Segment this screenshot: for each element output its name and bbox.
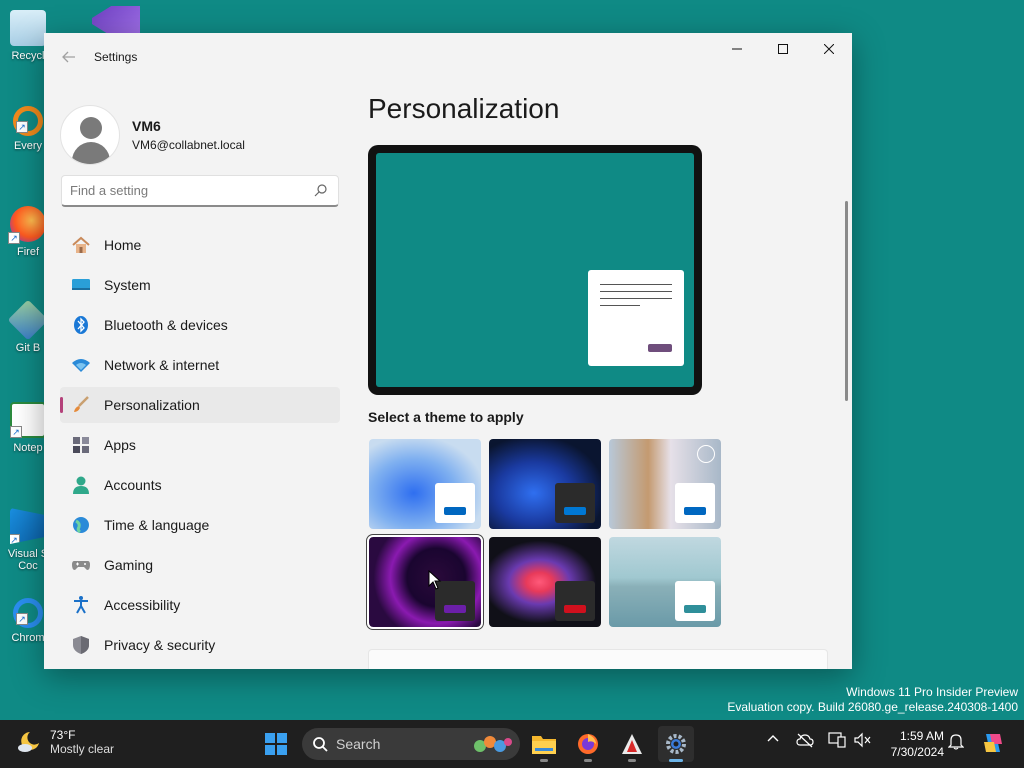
folder-icon <box>532 736 556 754</box>
close-button[interactable] <box>806 33 852 65</box>
sidebar-item-personalization[interactable]: Personalization <box>60 387 340 423</box>
theme-section-heading: Select a theme to apply <box>368 409 524 425</box>
clock-time: 1:59 AM <box>899 729 944 743</box>
globe-icon <box>70 514 92 536</box>
apps-icon <box>70 434 92 456</box>
taskbar-firefox[interactable] <box>570 726 606 762</box>
moon-cloud-icon <box>18 732 39 752</box>
preview-window <box>588 270 684 366</box>
windows-logo-icon <box>265 733 287 755</box>
sidebar-item-time-language[interactable]: Time & language <box>60 507 340 543</box>
page-title: Personalization <box>368 93 560 124</box>
title-bar: Settings <box>44 33 852 81</box>
search-icon <box>314 184 327 197</box>
taskbar-app-redline[interactable] <box>614 726 650 762</box>
visual-studio-icon[interactable] <box>92 6 140 36</box>
settings-window: Settings VM6 VM6@collabnet.local Home <box>44 33 852 669</box>
theme-captured-motion[interactable] <box>489 537 601 627</box>
theme-windows-light[interactable] <box>369 439 481 529</box>
back-arrow-icon <box>62 51 75 63</box>
settings-gear-icon <box>666 734 686 754</box>
notepad-icon: ↗ <box>10 402 46 438</box>
theme-spotlight[interactable] <box>609 439 721 529</box>
window-title: Settings <box>94 50 138 64</box>
sidebar-item-gaming[interactable]: Gaming <box>60 547 340 583</box>
recycle-bin-icon <box>10 10 46 46</box>
scrollbar[interactable] <box>845 201 848 401</box>
settings-card[interactable] <box>368 649 828 669</box>
network-icon[interactable] <box>828 732 846 748</box>
chrome-icon: ↗ <box>13 598 43 628</box>
ntlite-icon <box>622 734 642 754</box>
notification-bell-icon[interactable] <box>948 732 964 750</box>
back-button[interactable] <box>54 42 84 72</box>
wifi-icon <box>70 354 92 376</box>
bluetooth-icon <box>70 314 92 336</box>
maximize-icon <box>778 44 788 54</box>
theme-grid <box>367 439 729 629</box>
git-bash-icon <box>7 299 49 341</box>
vscode-icon: ↗ <box>10 508 46 544</box>
gamepad-icon <box>70 554 92 576</box>
account-icon <box>70 474 92 496</box>
search-highlight-icon <box>474 736 512 752</box>
caption-buttons <box>714 33 852 65</box>
sidebar-item-network[interactable]: Network & internet <box>60 347 340 383</box>
profile-name: VM6 <box>132 118 161 134</box>
sidebar-item-accessibility[interactable]: Accessibility <box>60 587 340 623</box>
user-profile[interactable]: VM6 VM6@collabnet.local <box>44 81 354 171</box>
taskbar-file-explorer[interactable] <box>526 726 562 762</box>
mouse-cursor-icon <box>428 570 442 590</box>
weather-widget[interactable]: 73°F Mostly clear <box>16 728 114 756</box>
theme-preview <box>368 145 702 395</box>
system-clock[interactable]: 1:59 AM 7/30/2024 <box>891 728 944 760</box>
shield-icon <box>70 634 92 656</box>
sidebar: VM6 VM6@collabnet.local Home System Blue… <box>44 81 354 669</box>
sidebar-item-privacy[interactable]: Privacy & security <box>60 627 340 663</box>
sidebar-item-system[interactable]: System <box>60 267 340 303</box>
taskbar: 73°F Mostly clear Search 1:59 AM 7/30/20… <box>0 720 1024 768</box>
sidebar-item-home[interactable]: Home <box>60 227 340 263</box>
cloud-offline-icon[interactable] <box>796 732 814 748</box>
accessibility-icon <box>70 594 92 616</box>
everything-icon: ↗ <box>13 106 43 136</box>
weather-temp: 73°F <box>50 728 76 742</box>
taskbar-settings[interactable] <box>658 726 694 762</box>
copilot-icon[interactable] <box>980 730 1006 756</box>
sidebar-item-bluetooth[interactable]: Bluetooth & devices <box>60 307 340 343</box>
sidebar-item-accounts[interactable]: Accounts <box>60 467 340 503</box>
spotlight-icon <box>697 445 715 463</box>
firefox-icon: ↗ <box>8 206 46 244</box>
volume-muted-icon[interactable] <box>854 732 872 748</box>
start-button[interactable] <box>258 726 294 762</box>
sidebar-item-apps[interactable]: Apps <box>60 427 340 463</box>
system-icon <box>70 274 92 296</box>
profile-email: VM6@collabnet.local <box>132 138 245 152</box>
avatar <box>60 105 120 165</box>
maximize-button[interactable] <box>760 33 806 65</box>
minimize-button[interactable] <box>714 33 760 65</box>
evaluation-watermark: Windows 11 Pro Insider Preview Evaluatio… <box>727 685 1018 714</box>
chevron-up-icon[interactable] <box>766 732 780 746</box>
close-icon <box>824 44 834 54</box>
search-icon <box>313 737 328 752</box>
theme-glow[interactable] <box>367 535 483 629</box>
weather-desc: Mostly clear <box>50 742 115 756</box>
firefox-icon <box>578 734 598 754</box>
theme-flow[interactable] <box>609 537 721 627</box>
minimize-icon <box>732 48 742 50</box>
theme-windows-dark[interactable] <box>489 439 601 529</box>
settings-search-box[interactable] <box>61 175 339 207</box>
clock-date: 7/30/2024 <box>890 745 944 759</box>
search-input[interactable] <box>70 183 300 198</box>
home-icon <box>70 234 92 256</box>
taskbar-search[interactable]: Search <box>302 728 520 760</box>
brush-icon <box>70 394 92 416</box>
nav-list: Home System Bluetooth & devices Network … <box>60 227 340 667</box>
